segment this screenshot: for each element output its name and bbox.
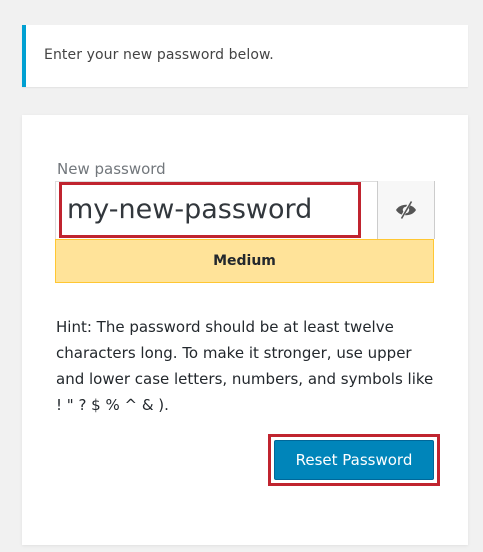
message-notice: Enter your new password below. [22,25,468,87]
eye-slash-icon [396,200,416,220]
password-input[interactable]: my-new-password [59,182,361,238]
reset-password-button[interactable]: Reset Password [274,440,434,480]
password-field-wrapper: my-new-password [55,181,435,239]
page: Enter your new password below. New passw… [0,0,483,552]
password-label: New password [57,160,166,178]
message-text: Enter your new password below. [44,47,274,63]
reset-password-form: New password my-new-password Medium Hint… [22,115,468,545]
reset-button-highlight: Reset Password [268,434,440,486]
toggle-password-visibility-button[interactable] [377,181,435,239]
password-hint: Hint: The password should be at least tw… [56,318,434,414]
password-strength-meter: Medium [55,239,434,283]
